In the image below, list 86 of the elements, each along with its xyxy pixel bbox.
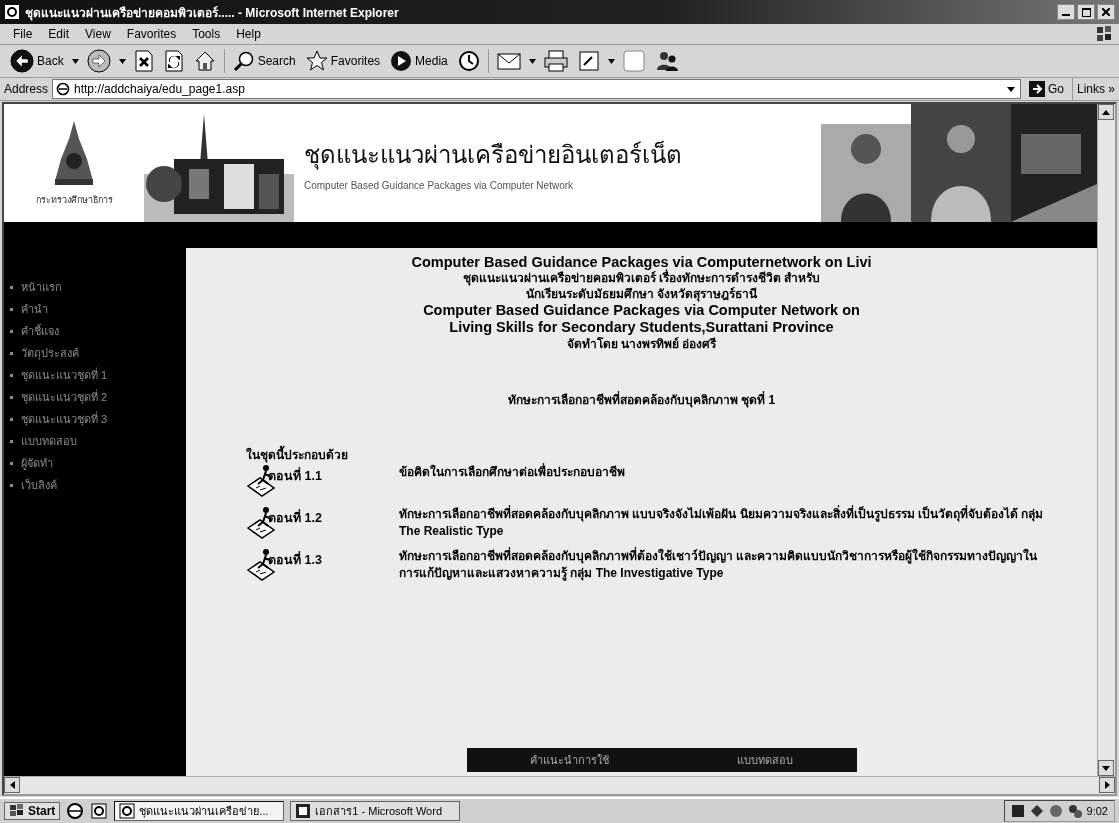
sidebar-link[interactable]: แบบทดสอบ (10, 432, 186, 450)
address-field[interactable]: http://addchaiya/edu_page1.asp (52, 79, 1021, 99)
scroll-right-button[interactable] (1099, 777, 1115, 793)
part-link[interactable]: ตอนที่ 1.1 (268, 464, 393, 486)
history-clock-icon (457, 50, 480, 72)
scroll-up-button[interactable] (1098, 104, 1114, 120)
windows-flag-icon (1095, 25, 1113, 43)
browser-icon (4, 4, 20, 20)
mail-envelope-icon (496, 51, 521, 71)
media-button[interactable]: Media (388, 48, 450, 74)
part-link[interactable]: ตอนที่ 1.3 (268, 548, 393, 570)
taskbar-button[interactable]: ชุดแนะแนวผ่านเครือข่าย... (114, 801, 285, 821)
caret-icon (118, 58, 126, 64)
english-title: Living Skills for Secondary Students,Surattani Province (449, 319, 834, 336)
close-icon (1102, 8, 1110, 16)
menu-item[interactable]: Favorites (119, 26, 184, 42)
sidebar-link[interactable]: คำนำ (10, 300, 186, 318)
down-arrow-icon (1102, 765, 1110, 771)
search-icon (232, 50, 255, 72)
right-arrow-icon (1104, 781, 1110, 789)
sidebar-link[interactable]: ชุดแนะแนวชุดที่ 2 (10, 388, 186, 406)
go-arrow-icon (1028, 81, 1045, 97)
maximize-icon (1081, 7, 1091, 17)
sidebar-link[interactable]: วัตถุประสงค์ (10, 344, 186, 362)
links-label[interactable]: Links » (1076, 82, 1115, 96)
menu-item[interactable]: Edit (41, 26, 77, 42)
sidebar-link[interactable]: เว็บลิงค์ (10, 476, 186, 494)
scroll-left-button[interactable] (4, 777, 20, 793)
search-button[interactable]: Search (230, 48, 298, 74)
blank-page-icon (622, 50, 645, 72)
star-icon (305, 50, 328, 72)
sidebar-link[interactable]: หน้าแรก (10, 278, 186, 296)
author-line: จัดทำโดย นางพรทิพย์ อ่องศรี (566, 336, 717, 352)
printer-icon (543, 50, 568, 72)
window-title: ชุดแนะแนวผ่านเครือข่ายคอมพิวเตอร์..... - Microsoft Internet Explorer (25, 4, 399, 22)
caret-icon (71, 58, 79, 64)
site-title: ชุดแนะแนวผ่านเครือข่ายอินเตอร์เน็ต (304, 139, 683, 172)
refresh-icon (163, 50, 184, 72)
back-button[interactable]: Back (8, 47, 66, 75)
contents-label: ในชุดนี้ประกอบด้วย (246, 445, 1057, 464)
home-icon (193, 50, 216, 72)
part-description: ทักษะการเลือกอาชีพที่สอดคล้องกับบุคลิกภาพที่ต้องใช้เชาว์ปัญญา และความคิดแบบนักวิชาการหรือผู้ใช้กิจกรรมทางปัญญาในการแก้ปัญหาและแสวงหาความรู้ กลุ่ม The Investigative Type (399, 548, 1039, 582)
menu-item[interactable]: View (78, 26, 118, 42)
desktop-icon[interactable] (90, 802, 109, 820)
page-heading: Computer Based Guidance Packages via Computernetwork on Livi (411, 254, 872, 270)
menu-item[interactable]: Help (229, 26, 268, 42)
set-title: ทักษะการเลือกอาชีพที่สอดคล้องกับบุคลิกภาพ ชุดที่ 1 (507, 390, 776, 409)
up-arrow-icon (1102, 109, 1110, 115)
part-description: ข้อคิดในการเลือกศึกษาต่อเพื่อประกอบอาชีพ (399, 464, 626, 481)
close-button[interactable] (1097, 4, 1115, 20)
thai-heading: นักเรียนระดับมัธยมศึกษา จังหวัดสุราษฎร์ธานี (525, 286, 758, 302)
menu-item[interactable]: Tools (185, 26, 228, 42)
app-icon (295, 803, 312, 819)
minimize-button[interactable] (1057, 4, 1075, 20)
clock: 9:02 (1086, 805, 1108, 817)
sidebar-link[interactable]: ผู้จัดทำ (10, 454, 186, 472)
print-button[interactable] (541, 48, 570, 74)
go-button[interactable]: Go (1024, 81, 1068, 97)
thai-heading: ชุดแนะแนวผ่านเครือข่ายคอมพิวเตอร์ เรื่องทักษะการดำรงชีวิต สำหรับ (462, 270, 821, 286)
left-arrow-icon (9, 781, 15, 789)
windows-flag-icon (9, 804, 25, 818)
taskbar-button[interactable]: เอกสาร1 - Microsoft Word (290, 801, 461, 821)
app-icon (119, 803, 136, 819)
edit-page-icon (577, 50, 600, 72)
menu-item[interactable]: File (6, 26, 40, 42)
scroll-down-button[interactable] (1098, 760, 1114, 776)
sidebar-link[interactable]: คำชี้แจง (10, 322, 186, 340)
favorites-button[interactable]: Favorites (303, 48, 383, 74)
stop-icon (133, 50, 154, 72)
media-play-icon (390, 50, 413, 72)
emblem-caption: กระทรวงศึกษาธิการ (35, 194, 113, 207)
caret-icon (607, 58, 615, 64)
forward-button[interactable] (84, 47, 113, 75)
part-description: ทักษะการเลือกอาชีพที่สอดคล้องกับบุคลิกภาพ แบบจริงจังไม่เพ้อฝัน นิยมความจริงและสิ่งที่เป็นรูปธรรม เป็นวัตถุที่จับต้องได้ กลุ่ม The Realistic Type (399, 506, 1045, 540)
footer-link[interactable]: คำแนะนำการใช้ (530, 751, 610, 769)
part-link[interactable]: ตอนที่ 1.2 (268, 506, 393, 528)
site-subtitle: Computer Based Guidance Packages via Computer Network (304, 180, 575, 191)
sidebar-link[interactable]: ชุดแนะแนวชุดที่ 3 (10, 410, 186, 428)
caret-icon (528, 58, 536, 64)
maximize-button[interactable] (1077, 4, 1095, 20)
english-title: Computer Based Guidance Packages via Computer Network on (423, 302, 860, 319)
footer-link[interactable]: แบบทดสอบ (736, 751, 793, 769)
browser-icon[interactable] (66, 802, 85, 820)
sidebar-link[interactable]: ชุดแนะแนวชุดที่ 1 (10, 366, 186, 384)
start-button[interactable]: Start (4, 802, 61, 820)
address-label: Address (4, 82, 49, 96)
